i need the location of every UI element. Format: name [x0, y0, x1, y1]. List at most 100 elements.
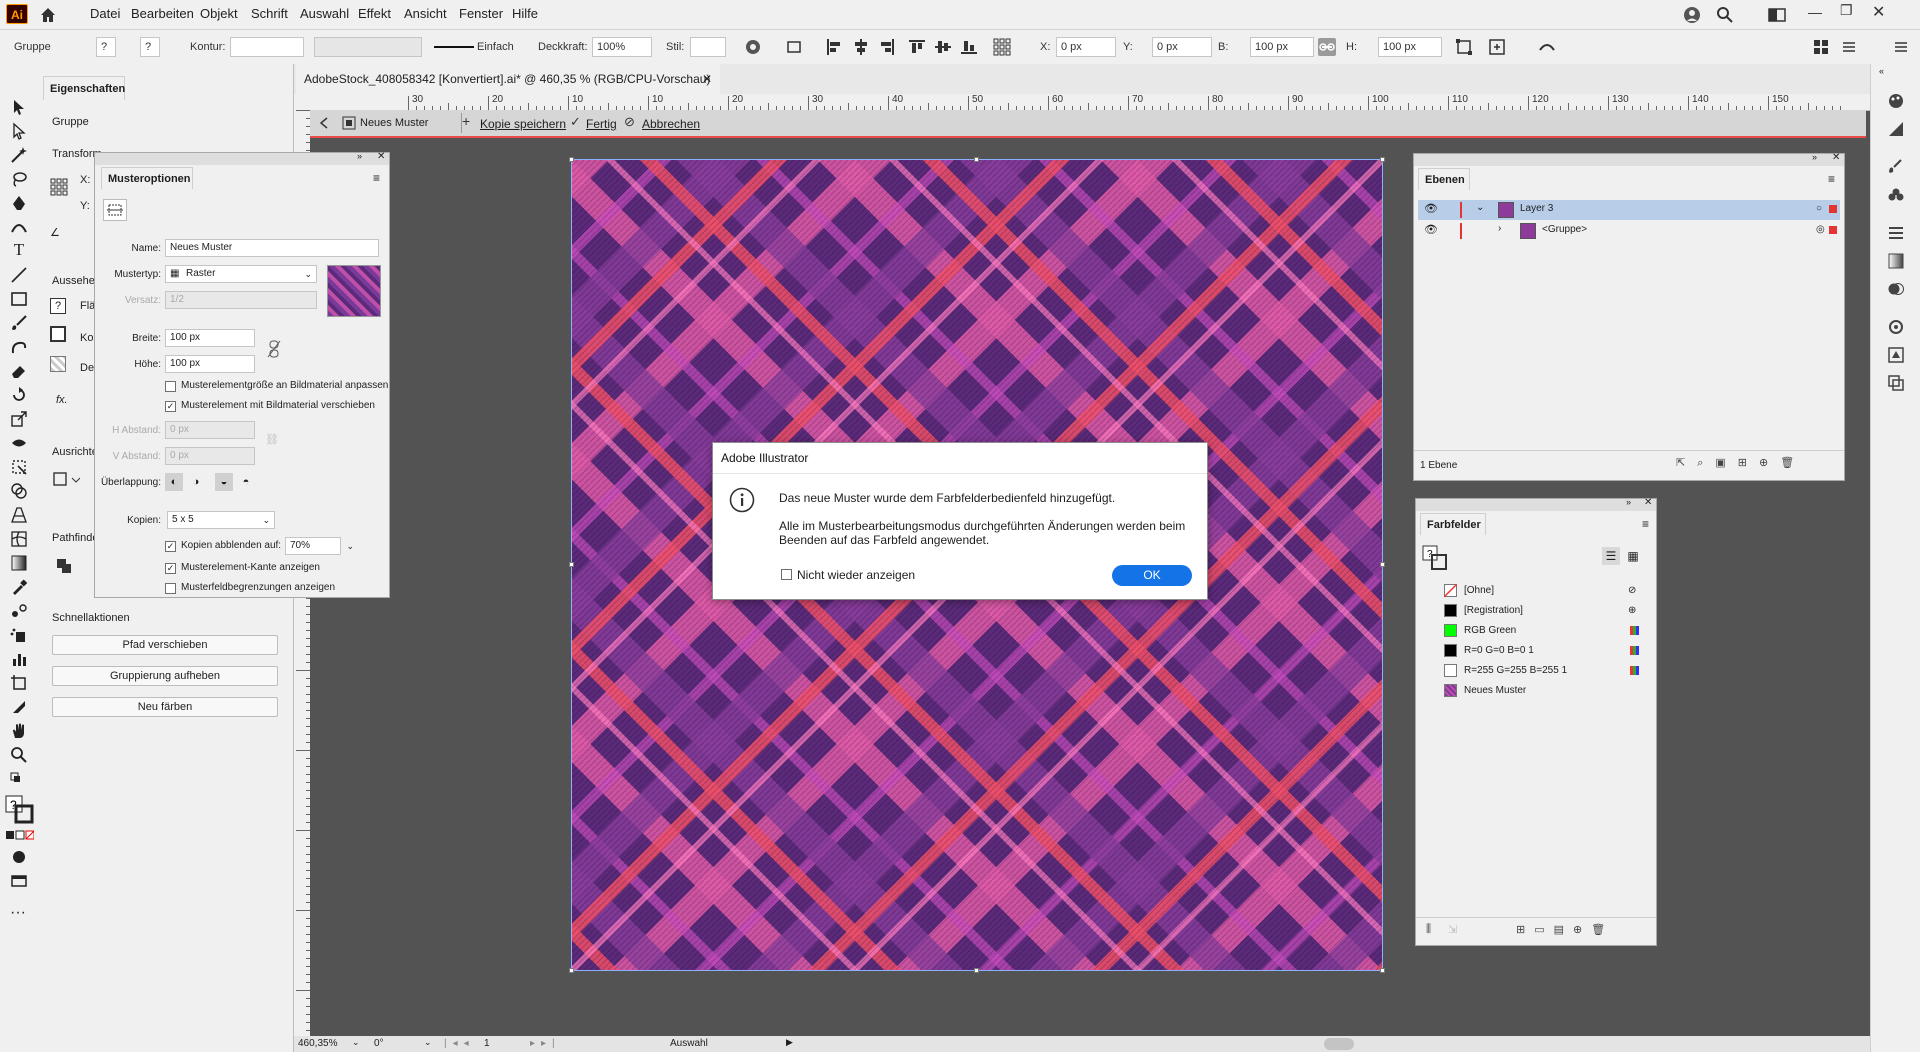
swatch-row[interactable]: R=255 G=255 B=255 1	[1434, 661, 1644, 681]
reference-point-icon[interactable]	[993, 38, 1011, 56]
menu-bearbeiten[interactable]: Bearbeiten	[129, 0, 196, 29]
overlap-left-icon[interactable]: ◐	[165, 473, 183, 491]
tab-farbfelder[interactable]: Farbfelder	[1420, 513, 1486, 535]
rotate-tool-icon[interactable]	[10, 386, 28, 404]
done-button[interactable]: Fertig	[586, 117, 617, 131]
draw-mode-icon[interactable]	[10, 848, 28, 866]
swatch-row[interactable]: R=0 G=0 B=0 1	[1434, 641, 1644, 661]
link-dimensions-icon[interactable]	[267, 339, 281, 359]
column-graph-tool-icon[interactable]	[10, 650, 28, 668]
link-icon[interactable]	[1318, 38, 1336, 56]
panel-menu-icon[interactable]: ≡	[1642, 517, 1649, 531]
collapse-icon[interactable]: »	[357, 151, 362, 161]
show-tile-edge-checkbox[interactable]: ✓	[165, 563, 176, 574]
panel-titlebar[interactable]	[1416, 499, 1656, 511]
transparency-icon[interactable]	[1887, 280, 1905, 298]
selection-tool-icon[interactable]	[10, 98, 28, 116]
arrange-docs-icon[interactable]	[1812, 38, 1830, 56]
layer-footer-icons[interactable]: ⇱⌕▣⊞⊕🗑	[1676, 456, 1806, 470]
anchor-handle[interactable]	[569, 157, 574, 162]
overlap-top-icon[interactable]: ◒	[215, 473, 233, 491]
swap-fill-stroke-icon[interactable]	[10, 772, 28, 790]
layer-row[interactable]: 👁 › <Gruppe> ◎	[1418, 221, 1840, 241]
panel-close-icon[interactable]: ✕	[1644, 497, 1652, 508]
graphic-styles-icon[interactable]	[1887, 346, 1905, 364]
stroke-color-picker[interactable]: ?	[140, 37, 160, 57]
home-icon[interactable]	[38, 5, 58, 25]
anchor-handle[interactable]	[974, 968, 979, 973]
close-tab-icon[interactable]: ✕	[702, 64, 712, 94]
cancel-button[interactable]: Abbrechen	[642, 117, 700, 131]
pattern-name-input[interactable]: Neues Muster	[165, 239, 379, 257]
pattern-type-select[interactable]: Raster ▦ ⌄	[165, 265, 317, 283]
swatch-footer-icons[interactable]: ⊞▭▤⊕🗑	[1516, 923, 1614, 936]
restore-icon[interactable]: ❐	[1840, 2, 1853, 19]
align-right-icon[interactable]	[878, 38, 896, 56]
panel-menu-icon[interactable]	[1892, 38, 1910, 56]
rotation-value[interactable]: 0°	[374, 1038, 384, 1049]
target-icon[interactable]: ◎	[1816, 224, 1825, 235]
back-arrow-icon[interactable]	[318, 116, 332, 130]
align-bottom-icon[interactable]	[960, 38, 978, 56]
document-tab[interactable]: AdobeStock_408058342 [Konvertiert].ai* @…	[296, 64, 720, 94]
anchor-handle[interactable]	[974, 157, 979, 162]
zoom-tool-icon[interactable]	[10, 746, 28, 764]
eyedropper-tool-icon[interactable]	[10, 578, 28, 596]
stroke-swatch[interactable]	[50, 326, 66, 342]
ungroup-button[interactable]: Gruppierung aufheben	[52, 666, 278, 686]
color-mode-icons[interactable]	[6, 830, 34, 840]
search-icon[interactable]	[1716, 6, 1734, 24]
fill-swatch[interactable]: ?	[50, 298, 66, 314]
collapse-icon[interactable]: »	[1812, 152, 1817, 162]
anchor-handle[interactable]	[1380, 157, 1385, 162]
slice-tool-icon[interactable]	[10, 698, 28, 716]
horizontal-scrollbar-thumb[interactable]	[1324, 1038, 1354, 1050]
chevron-down-icon[interactable]: ⌄	[352, 1037, 360, 1048]
list-view-icon[interactable]: ☰	[1602, 547, 1620, 565]
menu-effekt[interactable]: Effekt	[356, 0, 393, 29]
brushes-icon[interactable]	[1887, 158, 1905, 176]
pattern-height-input[interactable]: 100 px	[165, 355, 255, 373]
type-tool-icon[interactable]: T	[10, 240, 28, 259]
move-path-button[interactable]: Pfad verschieben	[52, 635, 278, 655]
workspace-icon[interactable]	[1768, 7, 1786, 23]
color-panel-icon[interactable]	[1887, 92, 1905, 110]
width-field[interactable]: 100 px	[1250, 37, 1314, 57]
color-guide-icon[interactable]	[1887, 120, 1905, 138]
layers-dock-icon[interactable]	[1887, 374, 1905, 392]
gradient-tool-icon[interactable]	[10, 554, 28, 572]
fx-button[interactable]: fx.	[56, 394, 68, 406]
menu-fenster[interactable]: Fenster	[457, 0, 505, 29]
artboard-nav-icons[interactable]: |◂◂	[444, 1038, 475, 1049]
shape-builder-tool-icon[interactable]	[10, 482, 28, 500]
swatch-library-icon[interactable]: ⫼	[1426, 923, 1431, 936]
panel-menu-icon[interactable]: ≡	[1828, 172, 1835, 186]
dont-show-again-checkbox[interactable]	[781, 569, 792, 580]
menu-ansicht[interactable]: Ansicht	[402, 0, 449, 29]
hand-tool-icon[interactable]	[10, 722, 28, 740]
show-swatch-bounds-checkbox[interactable]	[165, 583, 176, 594]
style-picker[interactable]	[690, 37, 726, 57]
warp-icon[interactable]	[1538, 38, 1556, 56]
swatch-row[interactable]: Neues Muster	[1434, 681, 1644, 701]
move-tile-checkbox[interactable]: ✓	[165, 401, 176, 412]
panel-titlebar[interactable]	[95, 153, 389, 165]
window-close-icon[interactable]: ✕	[1872, 2, 1885, 22]
screen-mode-icon[interactable]	[10, 872, 28, 890]
user-icon[interactable]	[1683, 6, 1701, 24]
gradient-panel-icon[interactable]	[1887, 252, 1905, 270]
align-top-icon[interactable]	[908, 38, 926, 56]
rectangle-tool-icon[interactable]	[10, 290, 28, 308]
copies-select[interactable]: 5 x 5 ⌄	[167, 511, 275, 529]
place-swatch-icon[interactable]: ⇲	[1448, 923, 1457, 936]
stroke-weight-field[interactable]	[230, 37, 304, 57]
anchor-handle[interactable]	[569, 562, 574, 567]
blend-tool-icon[interactable]	[10, 602, 28, 620]
overlap-bottom-icon[interactable]: ◓	[237, 473, 255, 491]
stroke-panel-icon[interactable]	[1887, 224, 1905, 242]
isolate-icon[interactable]	[1488, 38, 1506, 56]
artboard-tool-icon[interactable]	[10, 674, 28, 692]
thumbnail-view-icon[interactable]: ▦	[1624, 547, 1642, 565]
tab-musteroptionen[interactable]: Musteroptionen	[101, 167, 193, 189]
swatch-row[interactable]: RGB Green	[1434, 621, 1644, 641]
